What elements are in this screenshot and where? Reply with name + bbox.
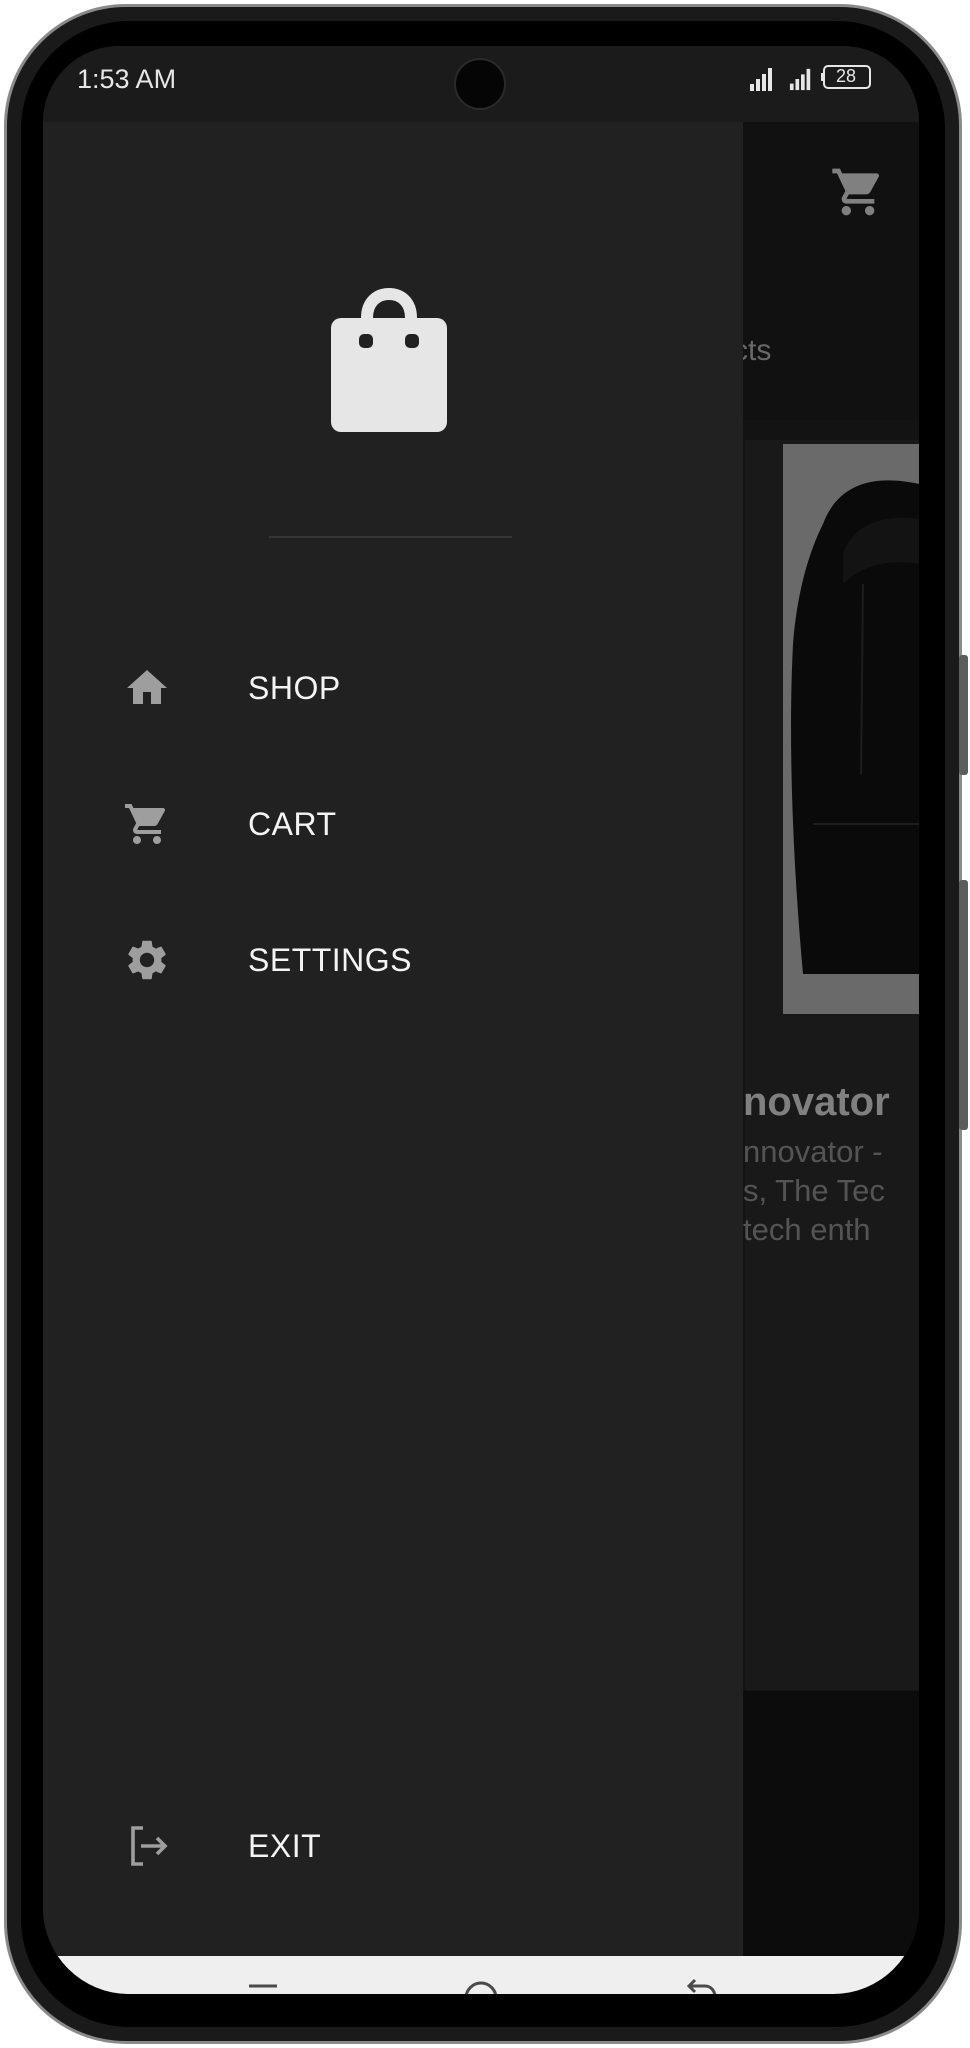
menu-lines-icon[interactable] xyxy=(233,1968,293,1994)
drawer-divider xyxy=(269,536,512,538)
front-camera xyxy=(454,58,506,110)
power-button xyxy=(959,880,968,1130)
signal-icon xyxy=(750,68,772,91)
home-circle-icon[interactable] xyxy=(451,1968,511,1994)
back-icon[interactable] xyxy=(671,1968,731,1994)
drawer-item-settings[interactable]: SETTINGS xyxy=(43,910,743,1010)
drawer-item-label: SHOP xyxy=(248,670,341,706)
logout-icon xyxy=(131,1826,168,1866)
navigation-drawer: SHOP CART SETTINGS EXIT xyxy=(43,122,743,1956)
cart-icon xyxy=(125,804,166,844)
signal-icon xyxy=(789,68,811,91)
shopping-bag-icon xyxy=(331,288,447,432)
status-time: 1:53 AM xyxy=(77,64,177,94)
phone-frame: cts novator nnovator - s, The Tec tech e… xyxy=(0,0,970,2048)
status-bar: 1:53 AM 28 xyxy=(43,46,919,122)
drawer-item-label: SETTINGS xyxy=(248,942,413,978)
gear-icon xyxy=(128,940,166,980)
drawer-item-label: EXIT xyxy=(248,1828,322,1864)
drawer-item-cart[interactable]: CART xyxy=(43,774,743,874)
drawer-item-exit[interactable]: EXIT xyxy=(43,1796,743,1896)
volume-button xyxy=(959,655,968,775)
screen: cts novator nnovator - s, The Tec tech e… xyxy=(43,46,919,1994)
drawer-item-shop[interactable]: SHOP xyxy=(43,638,743,738)
battery-level: 28 xyxy=(836,66,857,86)
home-icon xyxy=(127,670,167,704)
drawer-item-label: CART xyxy=(248,806,337,842)
